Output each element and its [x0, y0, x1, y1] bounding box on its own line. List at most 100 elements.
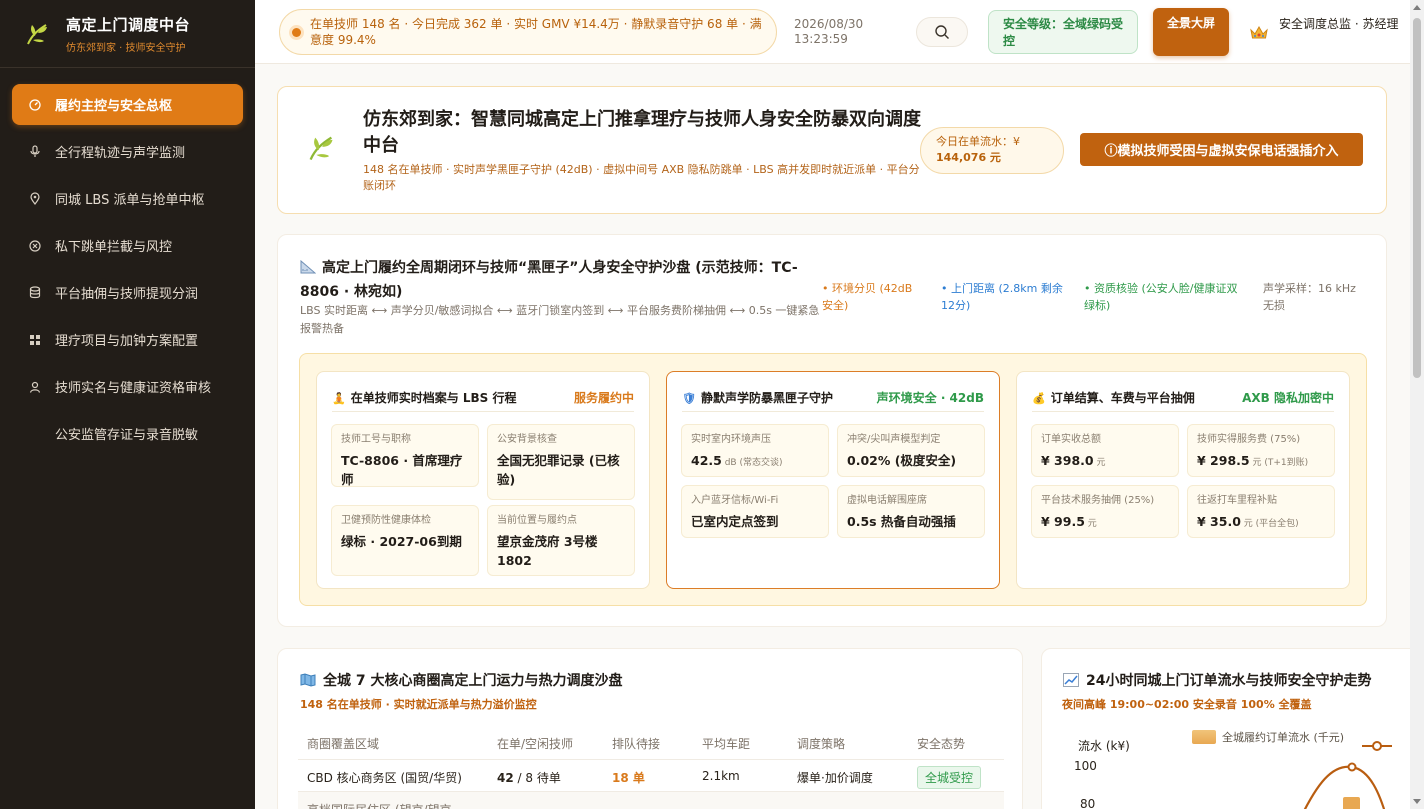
- block-icon: [28, 239, 42, 253]
- sidebar-item-label: 履约主控与安全总枢: [55, 99, 173, 114]
- status-badge: 声环境安全 · 42dB: [876, 391, 984, 405]
- sidebar-item-police-archive[interactable]: 公安监管存证与录音脱敏: [12, 413, 243, 454]
- amount-cell: 订单实收总额 ¥ 398.0 元: [1031, 424, 1179, 477]
- column-header: 调度策略: [797, 737, 846, 751]
- gauge-icon: [28, 98, 42, 112]
- sidebar-item-label: 理疗项目与加钟方案配置: [55, 334, 199, 349]
- page-subtitle: 148 名在单技师 · 实时声学黑匣子守护 (42dB) · 虚拟中间号 AXB…: [363, 163, 920, 192]
- column-header: 平均车距: [702, 737, 751, 751]
- sidebar-item-label: 同城 LBS 派单与抢单中枢: [55, 193, 205, 208]
- page-scrollbar[interactable]: [1410, 0, 1424, 809]
- user-profile[interactable]: 安全调度总监 · 苏经理: [1279, 16, 1399, 33]
- card-title: 静默声学防暴黑匣子守护: [700, 391, 833, 405]
- sidebar-nav: 履约主控与安全总枢 全行程轨迹与声学监测 同城 LBS 派单与抢单中枢 私下跳单…: [0, 68, 255, 454]
- safety-level-badge: 安全等级：全域绿码受控: [988, 10, 1138, 54]
- table-row[interactable]: 高档国际居住区 (望京/望京: [298, 791, 1004, 809]
- dispatch-title: 全城 7 大核心商圈高定上门运力与热力调度沙盘: [300, 670, 623, 691]
- leaf-icon: [306, 133, 336, 167]
- money-bag-icon: 💰: [1032, 392, 1046, 405]
- daily-flow-pill: 今日在单流水：¥ 144,076 元: [920, 127, 1064, 174]
- live-dot-icon: [292, 27, 301, 37]
- brand: 高定上门调度中台 仿东郊到家 · 技师安全守护: [0, 0, 255, 68]
- sidebar-item-therapy-config[interactable]: 理疗项目与加钟方案配置: [12, 319, 243, 360]
- daily-flow-label: 今日在单流水：¥: [936, 135, 1020, 148]
- card-title: 订单结算、车费与平台抽佣: [1050, 391, 1195, 405]
- trend-point: [1347, 762, 1357, 772]
- status-badge: 服务履约中: [573, 391, 634, 405]
- sidebar-item-risk-control[interactable]: 私下跳单拦截与风控: [12, 225, 243, 266]
- sandbox-title: 高定上门履约全周期闭环与技师“黑匣子”人身安全守护沙盘 (示范技师：TC-880…: [300, 259, 798, 300]
- dispatch-sandbox: 全城 7 大核心商圈高定上门运力与热力调度沙盘 148 名在单技师 · 实时就近…: [277, 648, 1023, 809]
- metric-cell: 冲突/尖叫声模型判定 0.02% (极度安全): [837, 424, 985, 477]
- info-cell: 卫健预防性健康体检 绿标 · 2027-06到期: [331, 505, 479, 576]
- legend-noise: • 环境分贝 (42dB 安全): [822, 282, 913, 312]
- info-cell: 技师工号与职称 TC-8806 · 首席理疗师: [331, 424, 479, 487]
- legend-sampling: 声学采样：16 kHz 无损: [1263, 282, 1356, 312]
- meditation-icon: 🧘: [332, 392, 346, 405]
- hero-banner: 仿东郊到家：智慧同城高定上门推拿理疗与技师人身安全防暴双向调度中台 148 名在…: [277, 86, 1387, 214]
- info-cell: 公安背景核查 全国无犯罪记录 (已核验): [487, 424, 635, 500]
- acoustic-blackbox-card: 🛡 静默声学防暴黑匣子守护 声环境安全 · 42dB 实时室内环境声压 42.5 d…: [666, 371, 1000, 589]
- trend-bar: [1343, 797, 1360, 809]
- brand-subtitle: 仿东郊到家 · 技师安全守护: [66, 42, 186, 54]
- ticker-text: 在单技师 148 名 · 今日完成 362 单 · 实时 GMV ¥14.4万 …: [310, 17, 762, 47]
- metric-cell: 实时室内环境声压 42.5 dB (常态交谈): [681, 424, 829, 477]
- column-header: 商圈覆盖区域: [307, 737, 380, 751]
- scroll-up-icon[interactable]: [1413, 5, 1421, 10]
- card-title: 在单技师实时档案与 LBS 行程: [350, 391, 517, 405]
- shield-icon: 🛡: [682, 392, 696, 405]
- amount-cell: 平台技术服务抽佣 (25%) ¥ 99.5 元: [1031, 485, 1179, 538]
- amount-cell: 技师实得服务费 (75%) ¥ 298.5 元 (T+1到账): [1187, 424, 1335, 477]
- sidebar-item-label: 私下跳单拦截与风控: [55, 240, 173, 255]
- top-bar: 在单技师 148 名 · 今日完成 362 单 · 实时 GMV ¥14.4万 …: [255, 0, 1410, 64]
- safety-sandbox: 高定上门履约全周期闭环与技师“黑匣子”人身安全守护沙盘 (示范技师：TC-880…: [277, 234, 1387, 627]
- sandbox-subtitle: LBS 实时距离 ⟷ 声学分贝/敏感词拟合 ⟷ 蓝牙门锁室内签到 ⟷ 平台服务费…: [300, 304, 820, 335]
- leaf-logo-icon: [22, 19, 52, 49]
- time-text: 13:23:59: [794, 32, 848, 46]
- search-icon: [935, 25, 949, 39]
- big-screen-button[interactable]: 全景大屏: [1153, 8, 1229, 56]
- trend-plot: [1303, 762, 1386, 809]
- microphone-icon: [28, 145, 42, 159]
- live-ticker: 在单技师 148 名 · 今日完成 362 单 · 实时 GMV ¥14.4万 …: [279, 9, 777, 55]
- database-icon: [28, 286, 42, 300]
- status-badge: AXB 隐私加密中: [1242, 391, 1334, 405]
- map-pin-icon: [28, 192, 42, 206]
- sidebar-item-verification[interactable]: 技师实名与健康证资格审核: [12, 366, 243, 407]
- user-icon: [28, 380, 42, 394]
- status-badge: 全城受控: [917, 766, 982, 789]
- column-header: 排队待接: [612, 737, 661, 751]
- sidebar-item-lbs-dispatch[interactable]: 同城 LBS 派单与抢单中枢: [12, 178, 243, 219]
- column-header: 安全态势: [917, 737, 966, 751]
- sidebar-item-label: 平台抽佣与技师提现分润: [55, 287, 199, 302]
- metric-cell: 虚拟电话解围座席 0.5s 热备自动强插: [837, 485, 985, 538]
- brand-title: 高定上门调度中台: [66, 15, 191, 34]
- search-button[interactable]: [916, 17, 968, 47]
- table-row[interactable]: CBD 核心商务区 (国贸/华贸) 42 / 8 待单 18 单 2.1km 爆…: [298, 759, 1004, 791]
- sandbox-panel: 🧘 在单技师实时档案与 LBS 行程 服务履约中 技师工号与职称 TC-8806 ·…: [299, 353, 1367, 606]
- date-text: 2026/08/30: [794, 17, 864, 31]
- sidebar-item-label: 公安监管存证与录音脱敏: [55, 428, 199, 443]
- trend-chart-card: 24小时同城上门订单流水与技师安全守护走势 夜间高峰 19:00~02:00 安…: [1041, 648, 1424, 809]
- scroll-down-icon[interactable]: [1413, 799, 1421, 804]
- page-title: 仿东郊到家：智慧同城高定上门推拿理疗与技师人身安全防暴双向调度中台: [363, 109, 921, 156]
- sidebar: 高定上门调度中台 仿东郊到家 · 技师安全守护 履约主控与安全总枢 全行程轨迹与…: [0, 0, 255, 809]
- sidebar-item-dashboard[interactable]: 履约主控与安全总枢: [12, 84, 243, 125]
- sidebar-item-trajectory[interactable]: 全行程轨迹与声学监测: [12, 131, 243, 172]
- grid-icon: [28, 333, 42, 347]
- dispatch-subtitle: 148 名在单技师 · 实时就近派单与热力溢价监控: [300, 698, 537, 711]
- technician-profile-card: 🧘 在单技师实时档案与 LBS 行程 服务履约中 技师工号与职称 TC-8806 ·…: [316, 371, 650, 589]
- simulate-rescue-button[interactable]: ⓘ模拟技师受困与虚拟安保电话强插介入: [1080, 133, 1363, 166]
- map-icon: [300, 673, 316, 691]
- metric-cell: 入户蓝牙信标/Wi-Fi 已室内定点签到: [681, 485, 829, 538]
- legend-distance: • 上门距离 (2.8km 剩余 12分): [941, 282, 1063, 312]
- sidebar-item-commission[interactable]: 平台抽佣与技师提现分润: [12, 272, 243, 313]
- settlement-card: 💰 订单结算、车费与平台抽佣 AXB 隐私加密中 订单实收总额 ¥ 398.0 元 …: [1016, 371, 1350, 589]
- column-header: 在单/空闲技师: [497, 737, 574, 751]
- scrollbar-thumb[interactable]: [1413, 18, 1421, 378]
- ruler-icon: [300, 259, 317, 281]
- datetime: 2026/08/30 13:23:59: [794, 17, 863, 47]
- legend-qualification: • 资质核验 (公安人脸/健康证双绿标): [1084, 282, 1238, 312]
- sidebar-item-label: 全行程轨迹与声学监测: [55, 146, 186, 161]
- daily-flow-value: 144,076 元: [936, 151, 1001, 164]
